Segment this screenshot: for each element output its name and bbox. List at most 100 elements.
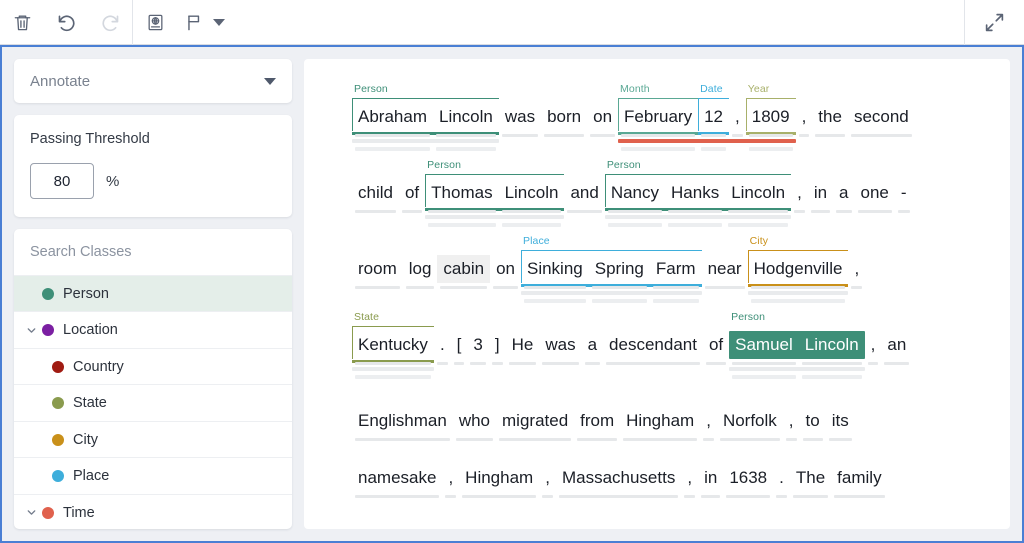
token[interactable]: 12 bbox=[698, 103, 729, 131]
entity-span-year[interactable]: Year1809 bbox=[746, 103, 796, 131]
token[interactable]: Farm bbox=[650, 255, 702, 283]
entity-span-place[interactable]: PlaceSinkingSpringFarm bbox=[521, 255, 702, 283]
token[interactable]: - bbox=[895, 179, 913, 207]
token[interactable]: from bbox=[574, 407, 620, 435]
token[interactable]: [ bbox=[451, 331, 468, 359]
class-item-state[interactable]: State bbox=[14, 384, 292, 421]
token[interactable]: , bbox=[442, 464, 459, 492]
token[interactable]: Massachusetts bbox=[556, 464, 681, 492]
expand-button[interactable] bbox=[964, 0, 1024, 45]
entity-span-state[interactable]: StateKentucky bbox=[352, 331, 434, 359]
token[interactable]: Sinking bbox=[521, 255, 589, 283]
token[interactable]: Lincoln bbox=[725, 179, 791, 207]
entity-span-person[interactable]: PersonThomasLincoln bbox=[425, 179, 564, 207]
token[interactable]: Lincoln bbox=[799, 331, 865, 359]
token[interactable]: 1809 bbox=[746, 103, 796, 131]
token[interactable]: an bbox=[881, 331, 912, 359]
token[interactable]: Samuel bbox=[729, 331, 799, 359]
entity-span-person[interactable]: PersonAbrahamLincoln bbox=[352, 103, 499, 131]
token[interactable]: on bbox=[490, 255, 521, 283]
token[interactable]: Kentucky bbox=[352, 331, 434, 359]
token[interactable]: in bbox=[698, 464, 723, 492]
entity-span-month[interactable]: MonthFebruary bbox=[618, 103, 698, 131]
entity-span-person[interactable]: PersonSamuelLincoln bbox=[729, 331, 865, 359]
token[interactable]: to bbox=[800, 407, 826, 435]
token[interactable]: , bbox=[700, 407, 717, 435]
token[interactable]: its bbox=[826, 407, 855, 435]
token[interactable]: a bbox=[833, 179, 854, 207]
delete-button[interactable] bbox=[0, 0, 44, 45]
token[interactable]: namesake bbox=[352, 464, 442, 492]
token[interactable]: , bbox=[796, 103, 813, 131]
token[interactable]: , bbox=[783, 407, 800, 435]
token[interactable]: near bbox=[702, 255, 748, 283]
entity-span-person[interactable]: PersonNancyHanksLincoln bbox=[605, 179, 791, 207]
class-item-location[interactable]: Location bbox=[14, 311, 292, 348]
entity-span-city[interactable]: CityHodgenville bbox=[748, 255, 849, 283]
token[interactable]: room bbox=[352, 255, 403, 283]
mode-dropdown[interactable]: Annotate bbox=[14, 59, 292, 103]
token[interactable]: family bbox=[831, 464, 887, 492]
token[interactable]: , bbox=[865, 331, 882, 359]
token[interactable]: Abraham bbox=[352, 103, 433, 131]
token[interactable]: Englishman bbox=[352, 407, 453, 435]
dictionary-button[interactable] bbox=[133, 0, 177, 45]
token[interactable]: Spring bbox=[589, 255, 650, 283]
token[interactable]: child bbox=[352, 179, 399, 207]
token[interactable]: Hingham bbox=[620, 407, 700, 435]
class-item-city[interactable]: City bbox=[14, 421, 292, 458]
token[interactable]: Hanks bbox=[665, 179, 725, 207]
class-item-time[interactable]: Time bbox=[14, 494, 292, 529]
token[interactable]: , bbox=[539, 464, 556, 492]
token[interactable]: . bbox=[434, 331, 451, 359]
class-item-place[interactable]: Place bbox=[14, 457, 292, 494]
token[interactable]: He bbox=[506, 331, 540, 359]
token[interactable]: and bbox=[564, 179, 604, 207]
search-classes-input[interactable]: Search Classes bbox=[14, 229, 292, 275]
token[interactable]: , bbox=[681, 464, 698, 492]
token[interactable]: cabin bbox=[437, 255, 490, 283]
token[interactable]: , bbox=[848, 255, 865, 283]
token[interactable]: Hodgenville bbox=[748, 255, 849, 283]
token[interactable]: ] bbox=[489, 331, 506, 359]
token[interactable]: in bbox=[808, 179, 833, 207]
token[interactable]: born bbox=[541, 103, 587, 131]
passing-threshold-input[interactable] bbox=[30, 163, 94, 199]
token[interactable]: 1638 bbox=[723, 464, 773, 492]
token[interactable]: Nancy bbox=[605, 179, 665, 207]
token[interactable]: February bbox=[618, 103, 698, 131]
flag-dropdown-caret-icon[interactable] bbox=[213, 19, 225, 26]
class-item-country[interactable]: Country bbox=[14, 348, 292, 385]
token[interactable]: of bbox=[703, 331, 729, 359]
token[interactable]: . bbox=[773, 464, 790, 492]
flag-button[interactable] bbox=[177, 0, 211, 45]
token[interactable]: a bbox=[582, 331, 603, 359]
class-item-person[interactable]: Person bbox=[14, 275, 292, 312]
token[interactable]: Norfolk bbox=[717, 407, 783, 435]
token[interactable]: of bbox=[399, 179, 425, 207]
parent-class-bar-time[interactable] bbox=[618, 139, 796, 143]
token[interactable]: was bbox=[499, 103, 541, 131]
token[interactable]: 3 bbox=[467, 331, 488, 359]
token[interactable]: , bbox=[729, 103, 746, 131]
redo-button[interactable] bbox=[88, 0, 132, 45]
token[interactable]: Lincoln bbox=[433, 103, 499, 131]
token[interactable]: Thomas bbox=[425, 179, 498, 207]
chevron-down-icon[interactable] bbox=[20, 506, 42, 519]
token[interactable]: who bbox=[453, 407, 496, 435]
token[interactable]: on bbox=[587, 103, 618, 131]
token[interactable]: the bbox=[812, 103, 848, 131]
token[interactable]: migrated bbox=[496, 407, 574, 435]
token[interactable]: one bbox=[855, 179, 895, 207]
token[interactable]: log bbox=[403, 255, 438, 283]
token[interactable]: , bbox=[791, 179, 808, 207]
token[interactable]: The bbox=[790, 464, 831, 492]
token[interactable]: was bbox=[539, 331, 581, 359]
token[interactable]: Lincoln bbox=[499, 179, 565, 207]
token[interactable]: Hingham bbox=[459, 464, 539, 492]
token[interactable]: second bbox=[848, 103, 915, 131]
chevron-down-icon[interactable] bbox=[20, 324, 42, 337]
token[interactable]: descendant bbox=[603, 331, 703, 359]
undo-button[interactable] bbox=[44, 0, 88, 45]
entity-span-date[interactable]: Date12 bbox=[698, 103, 729, 131]
